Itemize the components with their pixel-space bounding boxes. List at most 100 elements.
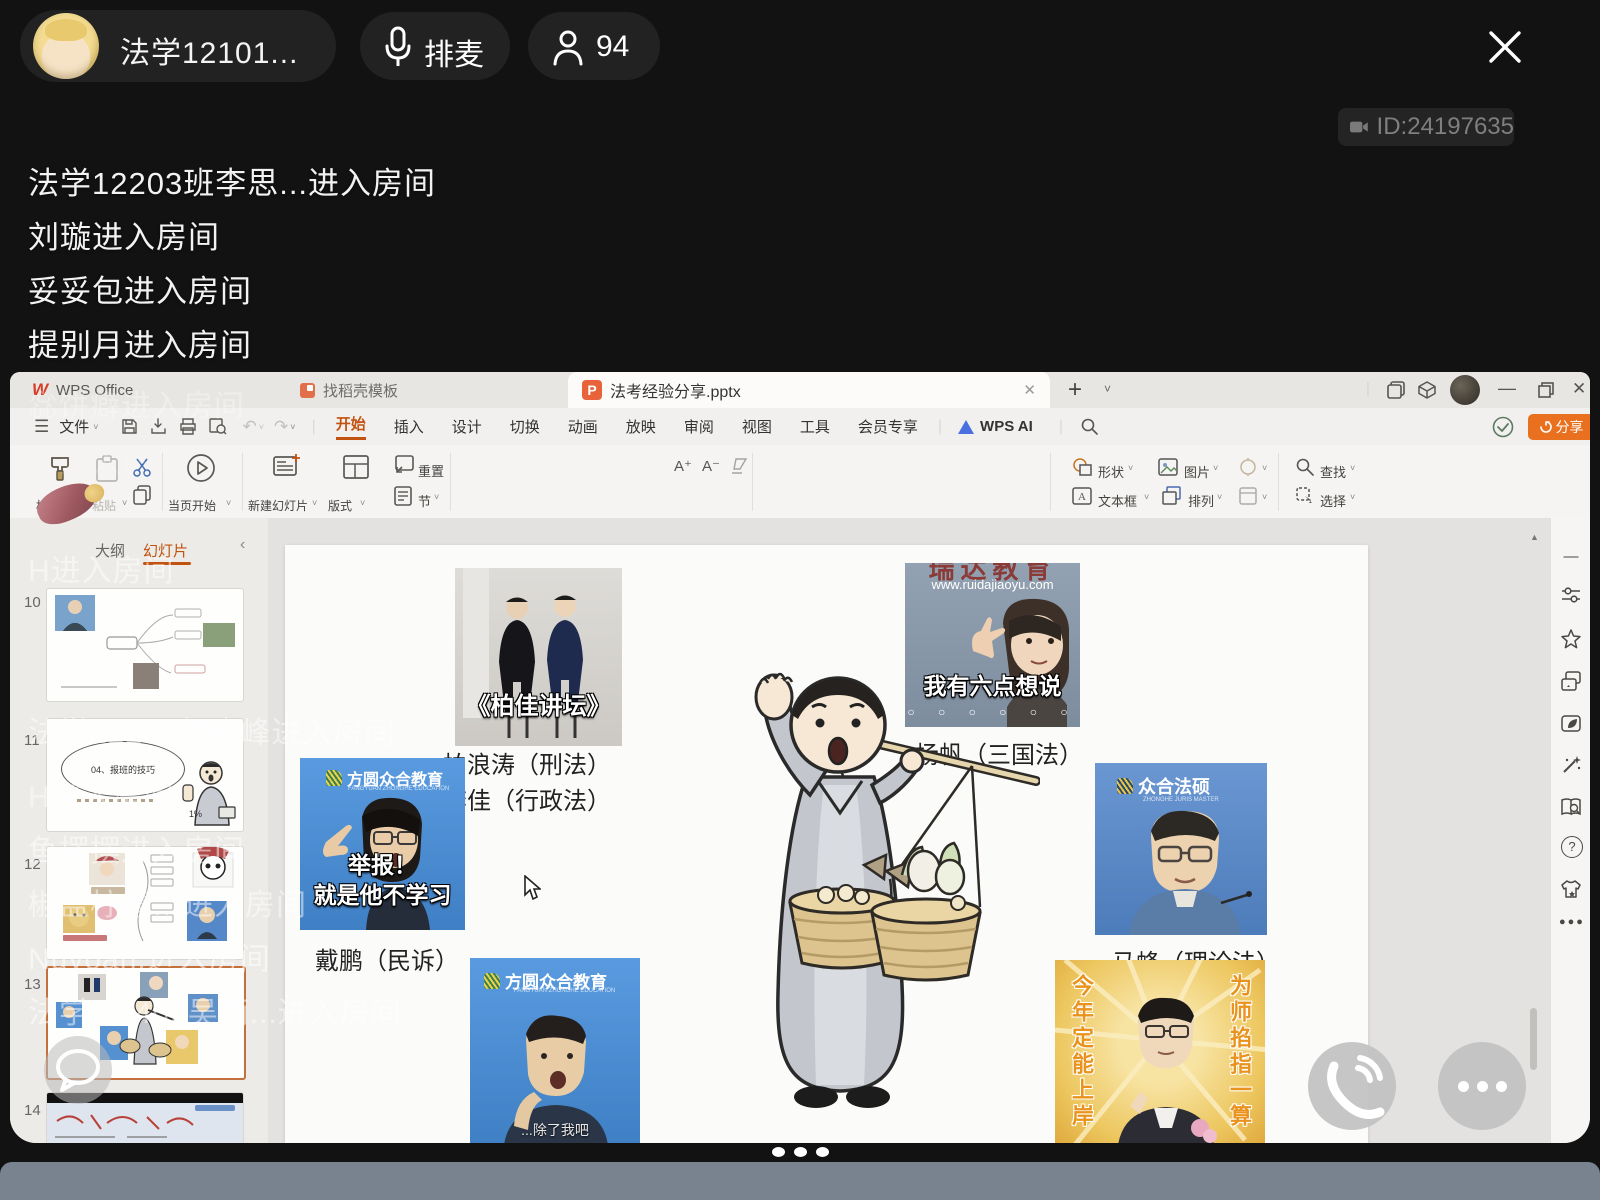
participants-button[interactable] xyxy=(528,12,660,80)
close-icon[interactable] xyxy=(1486,28,1524,66)
help-icon[interactable]: ? xyxy=(1561,836,1583,858)
print-preview-icon[interactable] xyxy=(209,418,227,435)
save-icon[interactable] xyxy=(121,418,138,435)
account-avatar[interactable] xyxy=(1450,375,1480,405)
tab-list-chevron[interactable]: ˅ xyxy=(1104,382,1111,396)
section-icon[interactable] xyxy=(392,485,414,507)
wps-ai-icon xyxy=(958,420,974,434)
slide-master-icon[interactable] xyxy=(1238,486,1258,506)
menu-review[interactable]: 审阅 xyxy=(684,416,714,437)
slide-thumb-12[interactable] xyxy=(46,846,244,960)
host-avatar[interactable] xyxy=(33,13,99,79)
copy-icon[interactable] xyxy=(132,485,152,505)
reset-label[interactable]: 重置 xyxy=(418,461,444,480)
page-indicator-dot[interactable] xyxy=(816,1147,829,1157)
restore-icon[interactable] xyxy=(1538,382,1554,398)
textbox-icon[interactable]: A xyxy=(1072,486,1092,506)
scroll-up-icon[interactable]: ▲ xyxy=(1530,532,1539,542)
slide-thumb-10[interactable] xyxy=(46,588,244,702)
clear-format-icon[interactable] xyxy=(730,457,748,475)
settings-sliders-icon[interactable] xyxy=(1559,584,1583,606)
new-tab-button[interactable]: + xyxy=(1068,376,1082,404)
slide-thumb-11[interactable]: 04、报班的技巧 1% xyxy=(46,718,244,832)
select-icon[interactable] xyxy=(1296,487,1314,505)
current-slide[interactable]: 《柏佳讲坛》 柏浪涛（刑法） 李佳（行政法） 瑞达教育 www.ruidajia… xyxy=(285,545,1368,1143)
section-label[interactable]: 节 xyxy=(418,491,431,510)
beautify-leaf-icon[interactable] xyxy=(1559,712,1583,734)
find-label[interactable]: 查找 xyxy=(1320,462,1346,481)
ppt-file-icon: P xyxy=(582,380,602,400)
divider: | xyxy=(1366,380,1370,397)
fangyuan-logo-icon xyxy=(326,770,342,786)
tab-slides[interactable]: 幻灯片 xyxy=(143,540,188,561)
menu-transition[interactable]: 切换 xyxy=(510,416,540,437)
menu-home[interactable]: 开始 xyxy=(336,413,366,440)
menu-animation[interactable]: 动画 xyxy=(568,416,598,437)
search-icon[interactable] xyxy=(1081,418,1098,435)
3d-box-icon[interactable] xyxy=(1418,381,1436,399)
arrange-label[interactable]: 排列 xyxy=(1188,491,1214,510)
menu-insert[interactable]: 插入 xyxy=(394,416,424,437)
scrollbar-thumb[interactable] xyxy=(1530,1008,1537,1070)
hamburger-icon[interactable]: ☰ xyxy=(34,417,49,437)
slide-pages-icon[interactable] xyxy=(1559,670,1583,692)
menu-slideshow[interactable]: 放映 xyxy=(626,416,656,437)
skin-shirt-icon[interactable] xyxy=(1559,878,1583,900)
print-icon[interactable] xyxy=(179,418,197,435)
more-tools-icon[interactable]: ●●● xyxy=(1559,916,1583,928)
chat-bubble-button[interactable] xyxy=(44,1036,112,1104)
shapes-label[interactable]: 形状 xyxy=(1098,462,1124,481)
select-label[interactable]: 选择 xyxy=(1320,491,1346,510)
textbox-label[interactable]: 文本框 xyxy=(1098,491,1137,510)
new-slide-label[interactable]: 新建幻灯片 xyxy=(248,497,308,514)
arrange-icon[interactable] xyxy=(1162,486,1182,506)
page-indicator-dot[interactable] xyxy=(772,1147,785,1157)
layout-icon[interactable] xyxy=(342,453,370,481)
undo-icon[interactable]: ↶ xyxy=(243,417,257,437)
decrease-font-icon[interactable]: A⁻ xyxy=(702,457,720,475)
star-effects-icon[interactable] xyxy=(1559,628,1583,650)
magic-wand-icon[interactable] xyxy=(1559,754,1583,776)
window-close-icon[interactable]: ✕ xyxy=(1572,379,1586,399)
find-icon[interactable] xyxy=(1296,458,1314,476)
redo-icon[interactable]: ↷ xyxy=(274,417,288,437)
picture-label[interactable]: 图片 xyxy=(1184,462,1210,481)
workspace-icon[interactable] xyxy=(1387,381,1405,399)
collapse-panel-icon[interactable]: ‹ xyxy=(240,536,245,554)
voice-call-button[interactable] xyxy=(1308,1042,1396,1130)
wps-window: W WPS Office 找稻壳模板 P 法考经验分享.pptx ✕ + ˅ | xyxy=(10,372,1590,1143)
menu-wps-ai[interactable]: WPS AI xyxy=(980,418,1033,435)
proofread-book-icon[interactable] xyxy=(1559,796,1583,818)
menu-view[interactable]: 视图 xyxy=(742,416,772,437)
tab-document[interactable]: P 法考经验分享.pptx ✕ xyxy=(568,372,1050,408)
mouse-cursor xyxy=(523,875,541,901)
increase-font-icon[interactable]: A⁺ xyxy=(674,457,692,475)
cloud-sync-icon[interactable] xyxy=(1492,416,1514,438)
scan-icon[interactable] xyxy=(1238,457,1258,477)
new-slide-icon[interactable] xyxy=(272,452,302,482)
play-from-current-label[interactable]: 当页开始 xyxy=(168,497,216,514)
share-button[interactable]: 分享 xyxy=(1528,414,1590,440)
caption-daipeng-2: 就是他不学习 xyxy=(300,876,465,910)
collapse-rail-icon[interactable]: — xyxy=(1559,548,1583,565)
tab-wps-home[interactable]: W WPS Office xyxy=(32,372,133,408)
menu-file[interactable]: 文件 xyxy=(59,416,89,437)
page-indicator-dot[interactable] xyxy=(794,1147,807,1157)
reset-icon[interactable] xyxy=(392,455,414,477)
tab-outline[interactable]: 大纲 xyxy=(95,540,125,561)
menu-tools[interactable]: 工具 xyxy=(800,416,830,437)
more-options-button[interactable] xyxy=(1438,1042,1526,1130)
layout-label[interactable]: 版式 xyxy=(328,497,352,514)
bottom-bar xyxy=(0,1162,1600,1200)
minimize-icon[interactable]: — xyxy=(1498,378,1516,399)
menu-membership[interactable]: 会员专享 xyxy=(858,416,918,437)
picture-icon[interactable] xyxy=(1158,457,1178,477)
play-from-current-icon[interactable] xyxy=(186,453,216,483)
export-icon[interactable] xyxy=(150,418,167,435)
shapes-icon[interactable] xyxy=(1072,457,1092,477)
tab-docer-templates[interactable]: 找稻壳模板 xyxy=(300,372,398,408)
close-tab-icon[interactable]: ✕ xyxy=(1023,381,1036,399)
cartoon-peddler xyxy=(640,645,1040,1115)
cut-icon[interactable] xyxy=(132,457,152,477)
menu-design[interactable]: 设计 xyxy=(452,416,482,437)
